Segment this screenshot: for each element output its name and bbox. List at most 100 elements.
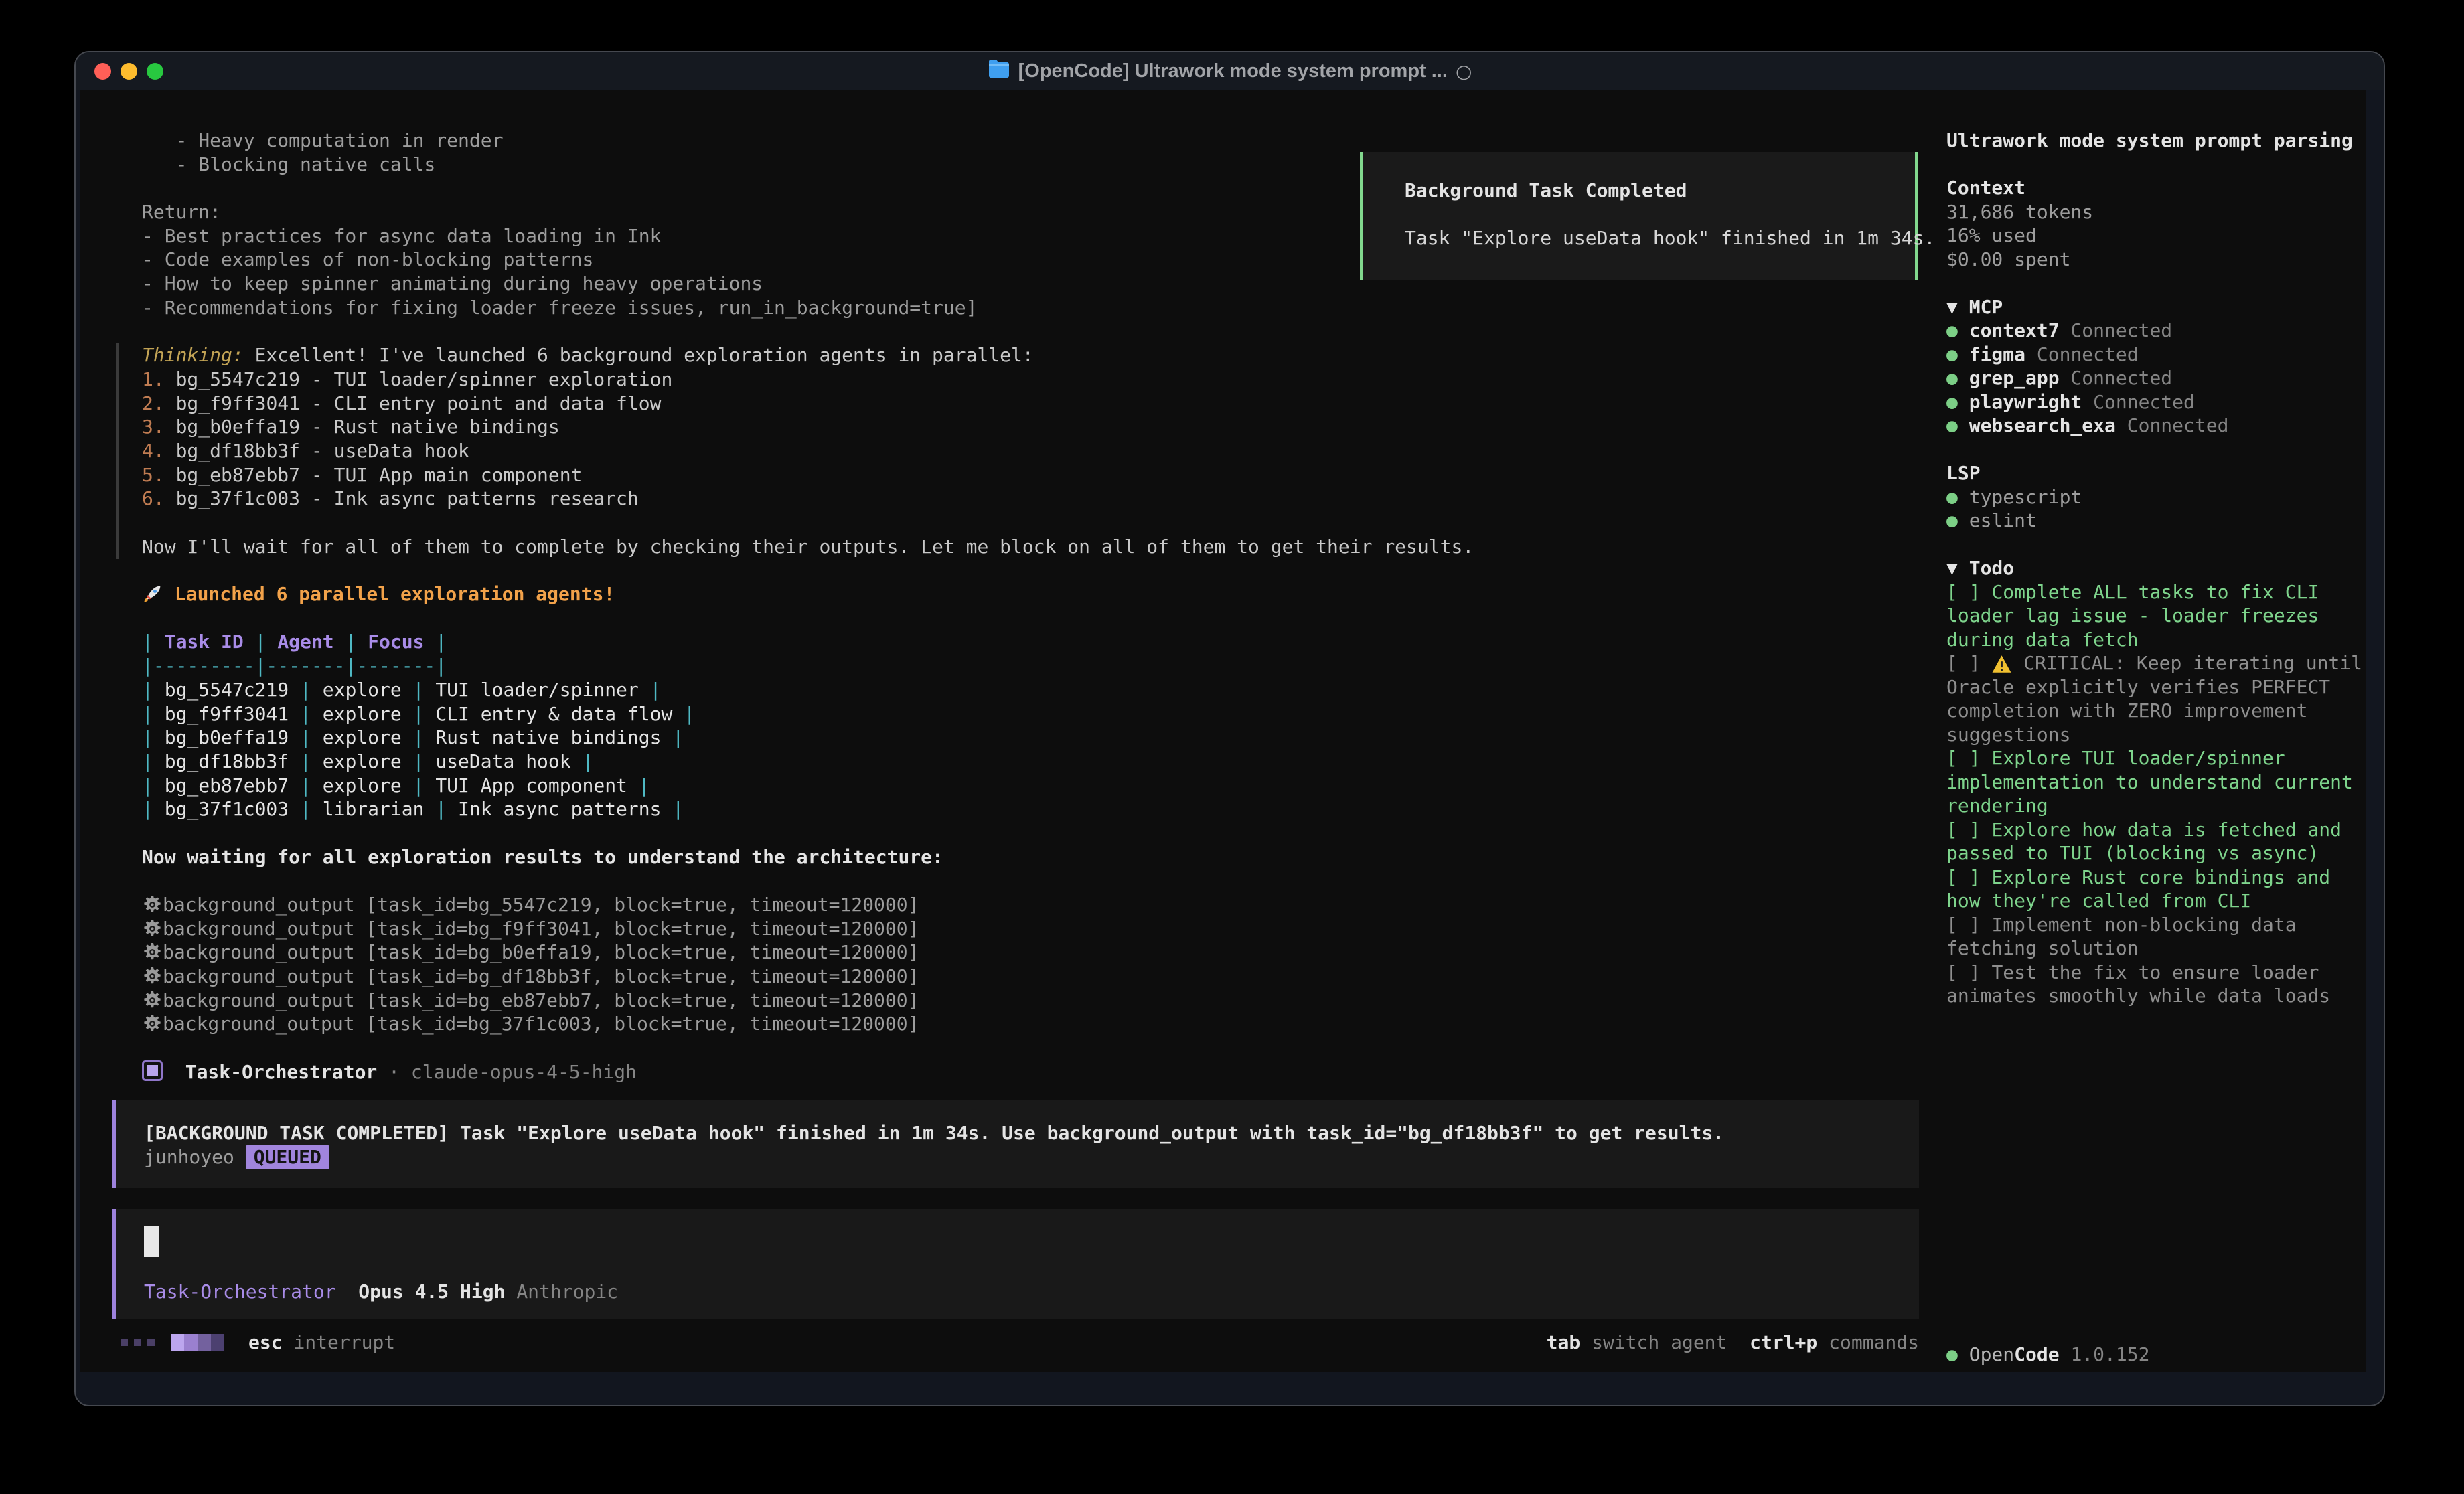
app-window: [OpenCode] Ultrawork mode system prompt … bbox=[74, 51, 2385, 1406]
text-segment: | bbox=[424, 798, 458, 820]
todo-checkbox: [ ] bbox=[1946, 747, 1991, 769]
text-segment: explore bbox=[323, 679, 402, 701]
text-segment: | bbox=[289, 798, 323, 820]
maximize-window-button[interactable] bbox=[147, 63, 163, 80]
text-segment: Thinking: bbox=[142, 344, 244, 366]
text-segment: |---------|-------|-------| bbox=[142, 655, 447, 677]
text-segment: bg_b0effa19 - Rust native bindings bbox=[176, 416, 560, 438]
tab-action-label: switch agent bbox=[1592, 1331, 1727, 1353]
warning-icon bbox=[1991, 655, 2012, 673]
terminal-line: 1. bg_5547c219 - TUI loader/spinner expl… bbox=[142, 367, 1928, 392]
terminal-line: 3. bg_b0effa19 - Rust native bindings bbox=[142, 415, 1928, 439]
gear-icon bbox=[142, 990, 163, 1011]
todo-list: [ ] Complete ALL tasks to fix CLI loader… bbox=[1946, 580, 2366, 1008]
text-segment: bg_5547c219 bbox=[165, 679, 289, 701]
connected-dot-icon: ● bbox=[1946, 343, 1969, 365]
todo-text: Complete ALL tasks to fix CLI loader lag… bbox=[1946, 581, 2319, 651]
todo-item: [ ] Explore how data is fetched and pass… bbox=[1946, 818, 2375, 865]
text-segment: background_output [task_id=bg_eb87ebb7, … bbox=[163, 989, 919, 1011]
text-segment: background_output [task_id=bg_5547c219, … bbox=[163, 894, 919, 916]
text-segment: 5. bbox=[142, 464, 176, 486]
background-task-notification[interactable]: Background Task Completed Task "Explore … bbox=[1360, 152, 1918, 280]
text-segment: - Recommendations for fixing loader free… bbox=[142, 297, 977, 319]
text-segment: | bbox=[289, 679, 323, 701]
terminal-line: background_output [task_id=bg_eb87ebb7, … bbox=[142, 989, 1928, 1013]
terminal-line: - Recommendations for fixing loader free… bbox=[142, 296, 1928, 320]
text-segment: | bbox=[402, 774, 436, 797]
terminal-line: | bg_df18bb3f | explore | useData hook | bbox=[142, 750, 1928, 774]
terminal-line: - Heavy computation in render bbox=[142, 129, 1928, 153]
rocket-icon bbox=[142, 583, 163, 604]
text-segment: - Best practices for async data loading … bbox=[142, 225, 661, 247]
terminal-line: Now waiting for all exploration results … bbox=[142, 845, 1928, 869]
mcp-name: context7 bbox=[1969, 319, 2060, 341]
mcp-item: ● websearch_exa Connected bbox=[1946, 414, 2366, 438]
terminal-line bbox=[142, 821, 1928, 845]
todo-checkbox: [ ] bbox=[1946, 961, 1991, 983]
notification-title: Background Task Completed bbox=[1405, 179, 1915, 203]
ctrlp-key-hint: ctrl+p bbox=[1750, 1331, 1817, 1353]
todo-item: [ ] Implement non-blocking data fetching… bbox=[1946, 913, 2375, 961]
terminal-line: | bg_f9ff3041 | explore | CLI entry & da… bbox=[142, 702, 1928, 726]
terminal-line: Launched 6 parallel exploration agents! bbox=[142, 582, 1928, 606]
text-segment: explore bbox=[323, 726, 402, 748]
text-segment: background_output [task_id=bg_df18bb3f, … bbox=[163, 965, 919, 987]
text-segment: librarian bbox=[323, 798, 425, 820]
message-left-bar bbox=[116, 487, 119, 511]
terminal-line: | bg_37f1c003 | librarian | Ink async pa… bbox=[142, 797, 1928, 821]
gear-icon bbox=[142, 966, 163, 987]
terminal-line: | Task ID | Agent | Focus | bbox=[142, 630, 1928, 654]
mcp-item: ● context7 Connected bbox=[1946, 319, 2366, 343]
text-segment: Now I'll wait for all of them to complet… bbox=[142, 535, 1474, 558]
status-bar-right: tab switch agent ctrl+p commands bbox=[1547, 1331, 1919, 1355]
terminal-line: background_output [task_id=bg_37f1c003, … bbox=[142, 1012, 1928, 1036]
queued-meta-row: junhoyeo QUEUED bbox=[144, 1145, 1919, 1169]
text-segment: - Heavy computation in render bbox=[142, 129, 503, 151]
terminal-line bbox=[142, 1036, 1928, 1060]
text-segment: | bbox=[142, 703, 165, 725]
text-segment: bg_5547c219 - TUI loader/spinner explora… bbox=[176, 368, 673, 390]
text-segment: | bbox=[571, 750, 594, 772]
text-segment: | bbox=[402, 726, 436, 748]
gear-icon bbox=[142, 918, 163, 939]
app-version-row: ● OpenCode 1.0.152 bbox=[1946, 1343, 2149, 1367]
text-segment: Agent bbox=[277, 631, 333, 653]
todo-text: Explore how data is fetched and passed t… bbox=[1946, 819, 2341, 865]
mcp-name: playwright bbox=[1969, 391, 2082, 413]
terminal-line: 4. bg_df18bb3f - useData hook bbox=[142, 439, 1928, 463]
lsp-list: ● typescript● eslint bbox=[1946, 485, 2366, 533]
connected-dot-icon: ● bbox=[1946, 414, 1969, 436]
folder-icon bbox=[988, 59, 1010, 83]
mcp-name: websearch_exa bbox=[1969, 414, 2116, 436]
minimize-window-button[interactable] bbox=[121, 63, 137, 80]
text-segment: - How to keep spinner animating during h… bbox=[142, 272, 763, 295]
text-segment: bg_f9ff3041 bbox=[165, 703, 289, 725]
text-segment: | bbox=[289, 774, 323, 797]
mcp-status: Connected bbox=[2060, 367, 2173, 389]
todo-section-header[interactable]: ▼ Todo bbox=[1946, 556, 2366, 580]
text-segment: Focus bbox=[368, 631, 424, 653]
text-segment: Task ID bbox=[165, 631, 244, 653]
text-segment: Excellent! I've launched 6 background ex… bbox=[244, 344, 1034, 366]
terminal-line: Thinking: Excellent! I've launched 6 bac… bbox=[142, 343, 1928, 367]
text-segment: | bbox=[142, 774, 165, 797]
gear-icon bbox=[142, 894, 163, 915]
text-segment: | bbox=[639, 679, 662, 701]
input-line[interactable] bbox=[144, 1226, 1919, 1260]
prompt-input[interactable]: Task-Orchestrator Opus 4.5 High Anthropi… bbox=[112, 1209, 1919, 1319]
terminal-line bbox=[142, 558, 1928, 582]
active-agent-label: Task-Orchestrator bbox=[144, 1280, 336, 1303]
terminal-line: | bg_5547c219 | explore | TUI loader/spi… bbox=[142, 678, 1928, 702]
text-segment: bg_f9ff3041 - CLI entry point and data f… bbox=[176, 392, 662, 414]
terminal-line: Task-Orchestrator · claude-opus-4-5-high bbox=[142, 1060, 1928, 1084]
text-segment: background_output [task_id=bg_f9ff3041, … bbox=[163, 918, 919, 940]
text-segment: bg_37f1c003 - Ink async patterns researc… bbox=[176, 487, 639, 509]
titlebar: [OpenCode] Ultrawork mode system prompt … bbox=[76, 52, 2384, 90]
close-window-button[interactable] bbox=[94, 63, 111, 80]
mcp-section-header[interactable]: ▼ MCP bbox=[1946, 295, 2366, 319]
message-left-bar bbox=[116, 535, 119, 559]
gear-icon bbox=[142, 942, 163, 963]
text-segment: | bbox=[142, 631, 165, 653]
lsp-item: ● eslint bbox=[1946, 509, 2366, 533]
text-segment: 6. bbox=[142, 487, 176, 509]
